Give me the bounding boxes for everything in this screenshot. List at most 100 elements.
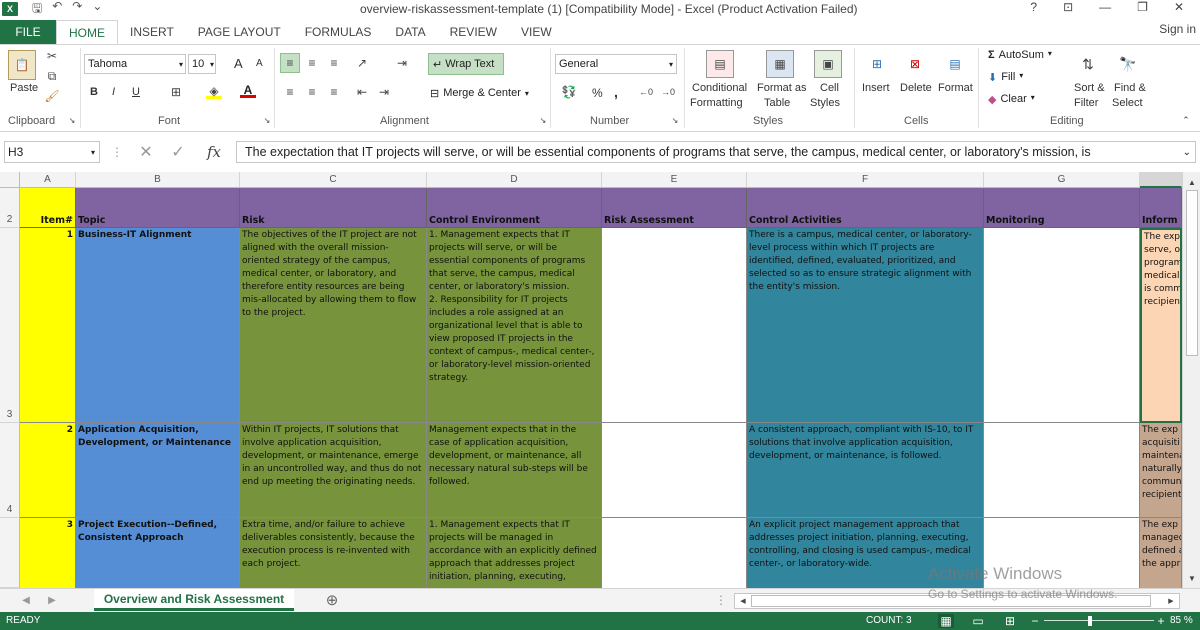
column-header[interactable]: A [20, 172, 76, 188]
cell-styles-line2[interactable]: Styles [810, 97, 840, 109]
cell-risk-assessment[interactable] [602, 518, 747, 588]
header-control-activities[interactable]: Control Activities [747, 188, 984, 228]
cell-risk-assessment[interactable] [602, 423, 747, 518]
ribbon-display-button[interactable]: ⊡ [1063, 0, 1073, 14]
column-header[interactable]: D [427, 172, 602, 188]
cell-item[interactable]: 2 [20, 423, 76, 518]
find-select-line2[interactable]: Select [1112, 97, 1143, 109]
cell-information[interactable]: The exp acquisiti maintena naturally com… [1140, 423, 1182, 518]
orientation-icon[interactable]: ↗ [350, 53, 374, 73]
format-painter-icon[interactable]: 🖌 [44, 88, 60, 104]
row-header[interactable]: 3 [0, 228, 20, 423]
header-risk[interactable]: Risk [240, 188, 427, 228]
format-cells-icon[interactable]: ▤ [942, 50, 968, 78]
formula-input[interactable]: The expectation that IT projects will se… [236, 141, 1196, 163]
tab-review[interactable]: REVIEW [438, 20, 509, 44]
restore-button[interactable]: ❐ [1137, 0, 1148, 14]
shrink-font-button[interactable]: A [256, 58, 263, 69]
tab-page-layout[interactable]: PAGE LAYOUT [186, 20, 293, 44]
vertical-scrollbar[interactable]: ▲ ▼ [1182, 172, 1200, 588]
sign-in-link[interactable]: Sign in [1159, 22, 1196, 36]
cell-control-activities[interactable]: A consistent approach, compliant with IS… [747, 423, 984, 518]
dialog-launcher-icon[interactable]: ↘ [67, 115, 77, 125]
zoom-level[interactable]: 85 % [1170, 615, 1193, 626]
name-box[interactable]: H3 ▾ [4, 141, 100, 163]
header-information[interactable]: Inform [1140, 188, 1182, 228]
text-direction-icon[interactable]: ⇥ [390, 53, 414, 73]
tab-view[interactable]: VIEW [509, 20, 564, 44]
undo-icon[interactable]: ↶ [52, 0, 62, 20]
next-sheet-icon[interactable]: ▶ [46, 593, 58, 607]
italic-button[interactable]: I [112, 86, 115, 98]
insert-cells-icon[interactable]: ⊞ [864, 50, 890, 78]
merge-center-button[interactable]: ⊟ Merge & Center ▾ [430, 84, 529, 102]
scroll-up-icon[interactable]: ▲ [1185, 176, 1199, 188]
tab-insert[interactable]: INSERT [118, 20, 186, 44]
select-all-corner[interactable] [0, 172, 20, 188]
increase-decimal-icon[interactable]: ←0 [636, 84, 656, 100]
cell-monitoring[interactable] [984, 228, 1140, 423]
find-select-line1[interactable]: Find & [1114, 82, 1146, 94]
cell-monitoring[interactable] [984, 423, 1140, 518]
cell-item[interactable]: 3 [20, 518, 76, 588]
insert-function-icon[interactable]: fx [202, 141, 226, 163]
number-format-select[interactable]: General ▾ [555, 54, 677, 74]
scroll-down-icon[interactable]: ▼ [1185, 572, 1199, 584]
column-header[interactable]: C [240, 172, 427, 188]
header-risk-assessment[interactable]: Risk Assessment [602, 188, 747, 228]
close-button[interactable]: ✕ [1174, 0, 1184, 14]
delete-cells-icon[interactable]: ⊠ [902, 50, 928, 78]
clear-button[interactable]: ◆ Clear ▾ [988, 93, 1035, 106]
align-right-icon[interactable]: ≡ [324, 84, 344, 100]
font-name-select[interactable]: Tahoma ▾ [84, 54, 186, 74]
tab-formulas[interactable]: FORMULAS [293, 20, 384, 44]
header-monitoring[interactable]: Monitoring [984, 188, 1140, 228]
column-header[interactable]: G [984, 172, 1140, 188]
align-middle-icon[interactable]: ≡ [302, 53, 322, 73]
help-button[interactable]: ? [1030, 0, 1037, 14]
cell-information[interactable]: The exp managed defined a the appr [1140, 518, 1182, 588]
redo-icon[interactable]: ↷ [72, 0, 82, 20]
cell-styles-line1[interactable]: Cell [820, 82, 839, 94]
decrease-indent-icon[interactable]: ⇤ [352, 84, 372, 100]
decrease-decimal-icon[interactable]: →0 [658, 84, 678, 100]
grow-font-button[interactable]: A [234, 56, 243, 71]
enter-icon[interactable]: ✓ [168, 142, 188, 162]
cell-control-environment[interactable]: Management expects that in the case of a… [427, 423, 602, 518]
format-as-table-line1[interactable]: Format as [757, 82, 807, 94]
cell-topic[interactable]: Application Acquisition, Development, or… [76, 423, 240, 518]
scroll-right-icon[interactable]: ▶ [1165, 595, 1177, 607]
accounting-format-icon[interactable]: 💱 [558, 84, 580, 100]
page-layout-view-icon[interactable]: ▭ [970, 614, 986, 628]
scroll-left-icon[interactable]: ◀ [737, 595, 749, 607]
add-sheet-icon[interactable]: ⊕ [322, 591, 342, 609]
cell-topic[interactable]: Business-IT Alignment [76, 228, 240, 423]
copy-icon[interactable]: ⧉ [44, 68, 60, 84]
format-as-table-icon[interactable]: ▦ [766, 50, 794, 78]
dialog-launcher-icon[interactable]: ↘ [262, 115, 272, 125]
cell-item[interactable]: 1 [20, 228, 76, 423]
cell-control-activities[interactable]: There is a campus, medical center, or la… [747, 228, 984, 423]
borders-icon[interactable]: ⊞ [168, 85, 184, 99]
minimize-button[interactable]: — [1099, 0, 1111, 14]
conditional-formatting-line2[interactable]: Formatting [690, 97, 743, 109]
conditional-formatting-line1[interactable]: Conditional [692, 82, 747, 94]
scroll-thumb[interactable] [1186, 190, 1198, 356]
fill-button[interactable]: ⬇ Fill ▾ [988, 71, 1023, 84]
row-header[interactable]: 4 [0, 423, 20, 518]
cell-control-environment[interactable]: 1. Management expects that IT projects w… [427, 228, 602, 423]
conditional-formatting-icon[interactable]: ▤ [706, 50, 734, 78]
tab-home[interactable]: HOME [56, 20, 118, 44]
sort-filter-line2[interactable]: Filter [1074, 97, 1098, 109]
underline-button[interactable]: U [132, 86, 140, 98]
sheet-tab-active[interactable]: Overview and Risk Assessment [94, 589, 294, 611]
cancel-icon[interactable]: ✕ [136, 142, 156, 162]
paste-icon[interactable]: 📋 [8, 50, 36, 80]
increase-indent-icon[interactable]: ⇥ [374, 84, 394, 100]
font-color-icon[interactable]: A [240, 83, 256, 98]
header-topic[interactable]: Topic [76, 188, 240, 228]
zoom-in-icon[interactable]: + [1156, 614, 1166, 628]
tab-file[interactable]: FILE [0, 20, 56, 44]
cell-risk-assessment[interactable] [602, 228, 747, 423]
header-control-environment[interactable]: Control Environment [427, 188, 602, 228]
